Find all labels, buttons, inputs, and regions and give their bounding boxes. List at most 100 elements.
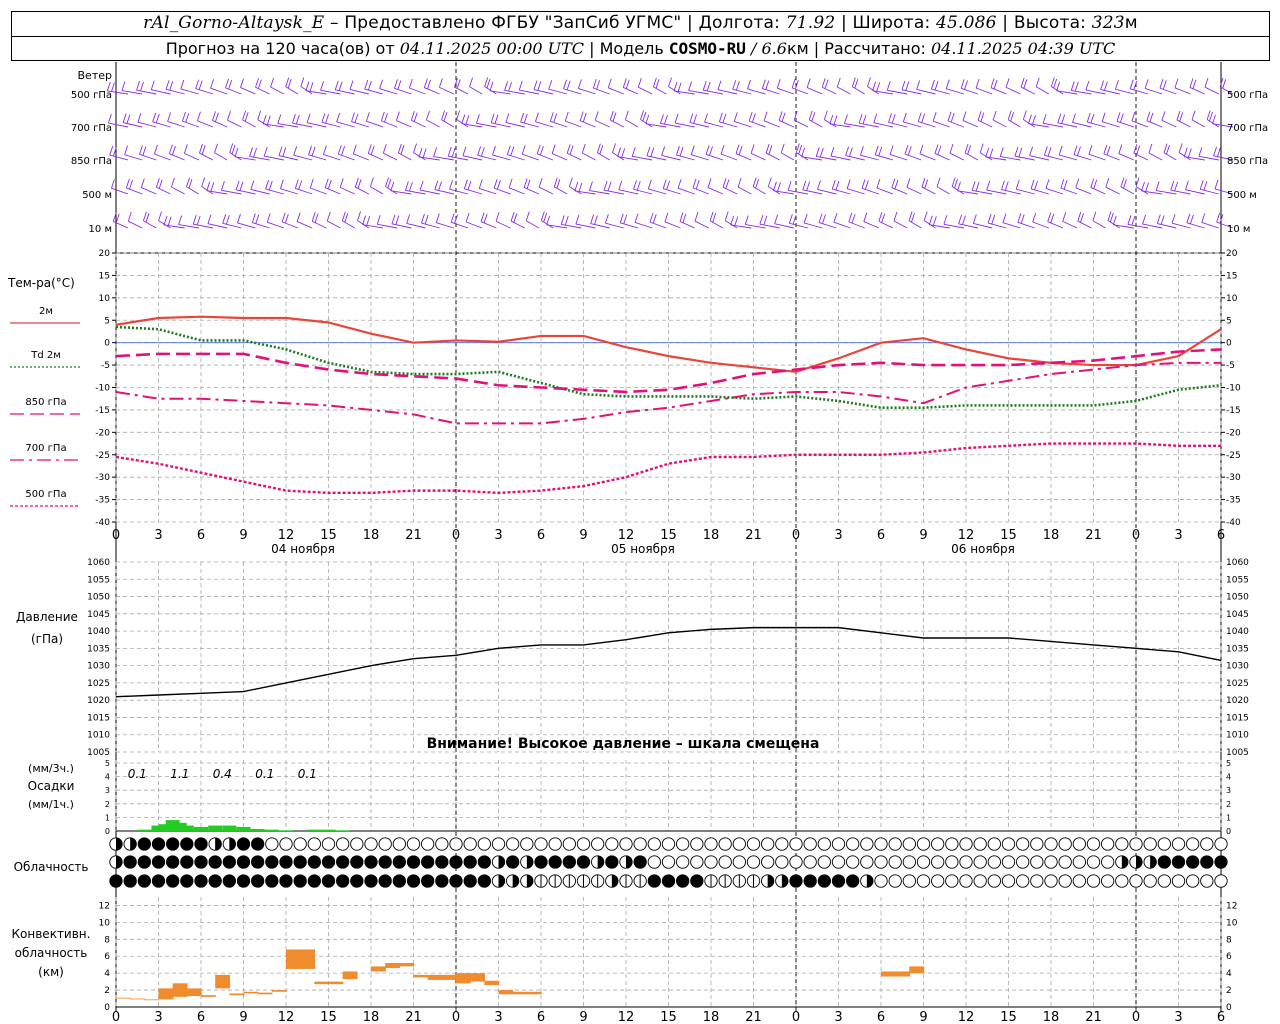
wind-barb-flag	[367, 80, 372, 91]
wind-barb	[308, 154, 327, 161]
wind-barb-flag	[278, 146, 283, 156]
wind-barb	[436, 222, 454, 229]
wind-barb	[295, 187, 313, 195]
wind-barb	[648, 188, 667, 195]
cloud-cover-marker	[1129, 874, 1143, 888]
wind-barb-flag	[836, 77, 841, 88]
wind-barb-flag	[1166, 145, 1170, 155]
conv-bar	[470, 973, 486, 982]
wind-barb	[762, 88, 780, 95]
cloud-cover-marker	[789, 855, 803, 869]
cloud-cover-marker	[1214, 837, 1228, 851]
wind-barb	[454, 86, 469, 95]
cloud-cover-marker	[406, 837, 421, 851]
wind-barb-flag	[327, 179, 332, 190]
wind-barb-flag	[730, 215, 735, 226]
wind-barb-flag	[229, 143, 234, 153]
wind-barb	[167, 121, 185, 128]
wind-barb	[694, 220, 710, 229]
wind-barb-flag	[508, 178, 513, 188]
wind-barb-flag	[1028, 114, 1032, 124]
wind-barb	[1130, 88, 1149, 95]
wind-barb-flag	[1002, 213, 1007, 223]
wind-barb	[747, 88, 766, 95]
wind-barb	[735, 153, 752, 161]
wind-barb	[109, 154, 129, 161]
wind-barb-flag	[1107, 211, 1112, 221]
wind-barb	[495, 220, 511, 229]
wind-barb-flag	[539, 145, 544, 156]
wind-barb	[1161, 119, 1177, 128]
wind-barb	[479, 188, 497, 195]
conv-tick-left: 4	[104, 969, 110, 979]
wind-barb-flag	[1018, 147, 1023, 158]
wind-barb	[837, 86, 851, 95]
wind-barb-flag	[546, 215, 551, 225]
cloud-cover-marker	[931, 874, 945, 888]
wind-barb	[719, 121, 738, 128]
precip-bar	[250, 828, 265, 831]
cloud-cover-marker	[591, 837, 605, 851]
cloud-cover-marker	[321, 837, 336, 851]
wind-barb-flag	[263, 146, 268, 157]
wind-barb	[752, 186, 766, 195]
precip-tick-left: 5	[105, 759, 110, 768]
conv-bar	[172, 983, 188, 997]
wind-barb-flag	[424, 214, 429, 225]
cloud-cover-marker	[293, 855, 307, 869]
wind-barb-flag	[821, 78, 826, 88]
wind-barb	[323, 154, 341, 161]
wind-barb-flag	[633, 180, 637, 190]
wind-barb-flag	[124, 145, 129, 155]
wind-barb-flag	[357, 211, 361, 221]
cloud-cover-marker	[874, 855, 888, 869]
wind-barb-flag	[962, 215, 966, 225]
wind-barb-flag	[637, 78, 642, 88]
pressure-tick-right: 1055	[1226, 575, 1249, 585]
wind-barb-flag	[556, 179, 561, 189]
wind-barb-flag	[1103, 144, 1108, 155]
cloud-cover-marker	[661, 837, 676, 851]
cloud-cover-marker	[1101, 874, 1115, 888]
wind-barb	[280, 188, 299, 195]
wind-barb-flag	[339, 178, 344, 188]
wind-barb-flag	[382, 144, 387, 154]
wind-barb-flag	[199, 143, 203, 154]
wind-barb	[368, 153, 384, 161]
cloud-cover-marker	[1157, 855, 1171, 869]
wind-barb-flag	[677, 82, 682, 92]
wind-barb	[525, 220, 540, 229]
cloud-cover-marker	[279, 874, 293, 888]
precip-total-label: 0.4	[213, 767, 232, 781]
wind-barb-flag	[829, 114, 834, 125]
wind-barb-flag	[225, 215, 230, 225]
temp-tick-left: -20	[95, 428, 110, 438]
wind-barb-flag	[540, 211, 545, 221]
wind-barb-flag	[1085, 80, 1090, 91]
pressure-tick-left: 1035	[87, 644, 110, 654]
wind-barb-flag	[908, 211, 913, 221]
wind-barb-flag	[759, 215, 764, 225]
conv-tick-left: 2	[104, 986, 110, 996]
cloud-cover-marker	[1001, 837, 1016, 851]
wind-barb-flag	[640, 110, 644, 120]
conv-bar	[300, 949, 316, 969]
wind-barb	[691, 154, 709, 161]
wind-barb-flag	[295, 114, 300, 125]
wind-barb	[919, 153, 936, 161]
wind-barb-flag	[370, 145, 375, 155]
wind-barb-flag	[357, 179, 362, 189]
wind-barb	[893, 220, 908, 229]
wind-barb-flag	[239, 181, 244, 191]
wind-barb-flag	[425, 110, 430, 121]
wind-barb-flag	[831, 179, 836, 190]
wind-barb-flag	[923, 211, 928, 221]
wind-barb-flag	[1047, 212, 1052, 222]
wind-barb-flag	[1136, 145, 1141, 155]
wind-barb-flag	[387, 178, 392, 189]
wind-barb-flag	[214, 143, 218, 153]
cloud-cover-marker	[463, 855, 477, 869]
wind-barb-flag	[314, 213, 319, 223]
wind-barb-flag	[438, 78, 443, 88]
wind-barb-flag	[505, 113, 510, 123]
